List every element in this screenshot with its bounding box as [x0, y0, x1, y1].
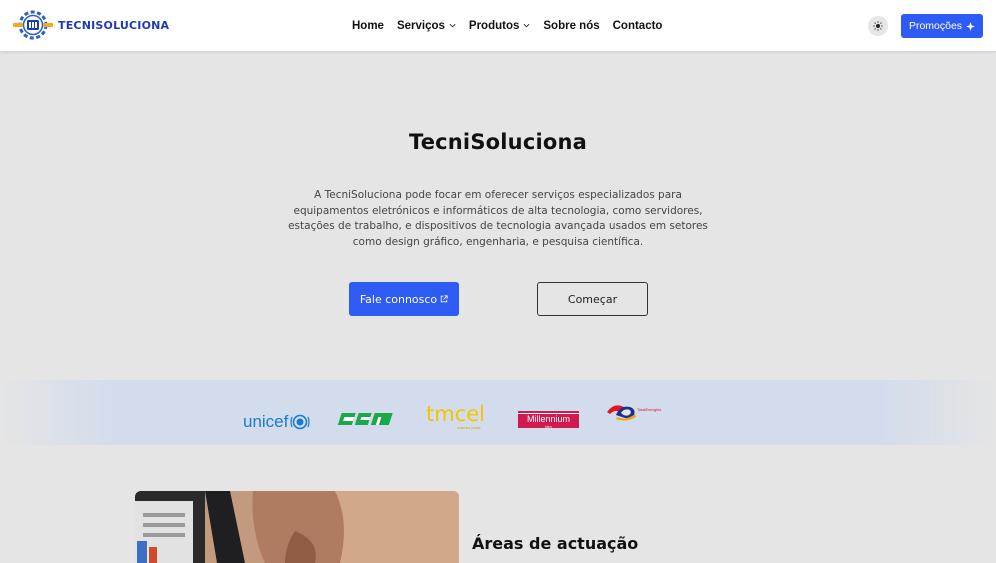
comecar-button[interactable]: Começar	[537, 282, 648, 316]
nav-produtos-label: Produtos	[468, 19, 520, 32]
chevron-down-icon	[523, 23, 530, 28]
fale-connosco-label: Fale connosco	[359, 292, 438, 306]
tmcel-logo-text: tmcel	[426, 402, 485, 426]
promocoes-button[interactable]: Promoções	[901, 14, 983, 38]
partners-band	[0, 380, 996, 445]
nav-servicos-label: Serviços	[396, 19, 445, 32]
nav-home-label: Home	[352, 19, 384, 32]
millennium-logo: Millennium bim	[518, 411, 579, 429]
nav-sobre-nos[interactable]: Sobre nós	[543, 20, 599, 32]
unicef-globe-icon	[290, 414, 310, 430]
hero-description: A TecniSoluciona pode focar em oferecer …	[288, 189, 708, 248]
hero-title: TecniSoluciona	[408, 130, 588, 154]
site-header: TECNISOLUCIONA Home Serviços Produtos So…	[0, 0, 996, 51]
brand-name: TECNISOLUCIONA	[58, 18, 170, 32]
totalenergies-logo: TotalEnergies	[607, 405, 661, 421]
promocoes-label: Promoções	[908, 20, 963, 32]
tmcel-tagline: estamos juntos	[457, 426, 481, 430]
theme-toggle-button[interactable]	[868, 16, 888, 36]
external-link-icon	[440, 295, 448, 303]
sparkle-icon	[966, 21, 976, 31]
chevron-down-icon	[449, 23, 456, 28]
nav-contacto[interactable]: Contacto	[613, 20, 663, 32]
areas-de-actuacao-title: Áreas de actuação	[472, 534, 639, 553]
nav-servicos[interactable]: Serviços	[397, 20, 456, 32]
cfm-logo	[337, 413, 393, 425]
workshop-photo	[135, 491, 459, 563]
tmcel-logo: tmcel estamos juntos	[426, 402, 485, 430]
unicef-logo-text: unicef	[243, 412, 289, 431]
nav-produtos[interactable]: Produtos	[469, 20, 530, 32]
brand-logo-link[interactable]: TECNISOLUCIONA	[12, 8, 169, 42]
nav-sobre-nos-label: Sobre nós	[543, 19, 600, 32]
fale-connosco-button[interactable]: Fale connosco	[349, 282, 459, 316]
nav-contacto-label: Contacto	[612, 19, 663, 32]
comecar-label: Começar	[567, 292, 618, 306]
millennium-sub: bim	[545, 424, 552, 429]
gear-logo-icon	[13, 10, 53, 40]
sun-icon	[873, 21, 883, 31]
totalenergies-logo-text: TotalEnergies	[637, 407, 661, 412]
unicef-logo: unicef	[243, 412, 310, 432]
main-nav: Home Serviços Produtos Sobre nós Contact…	[352, 0, 662, 51]
nav-home[interactable]: Home	[352, 20, 384, 32]
